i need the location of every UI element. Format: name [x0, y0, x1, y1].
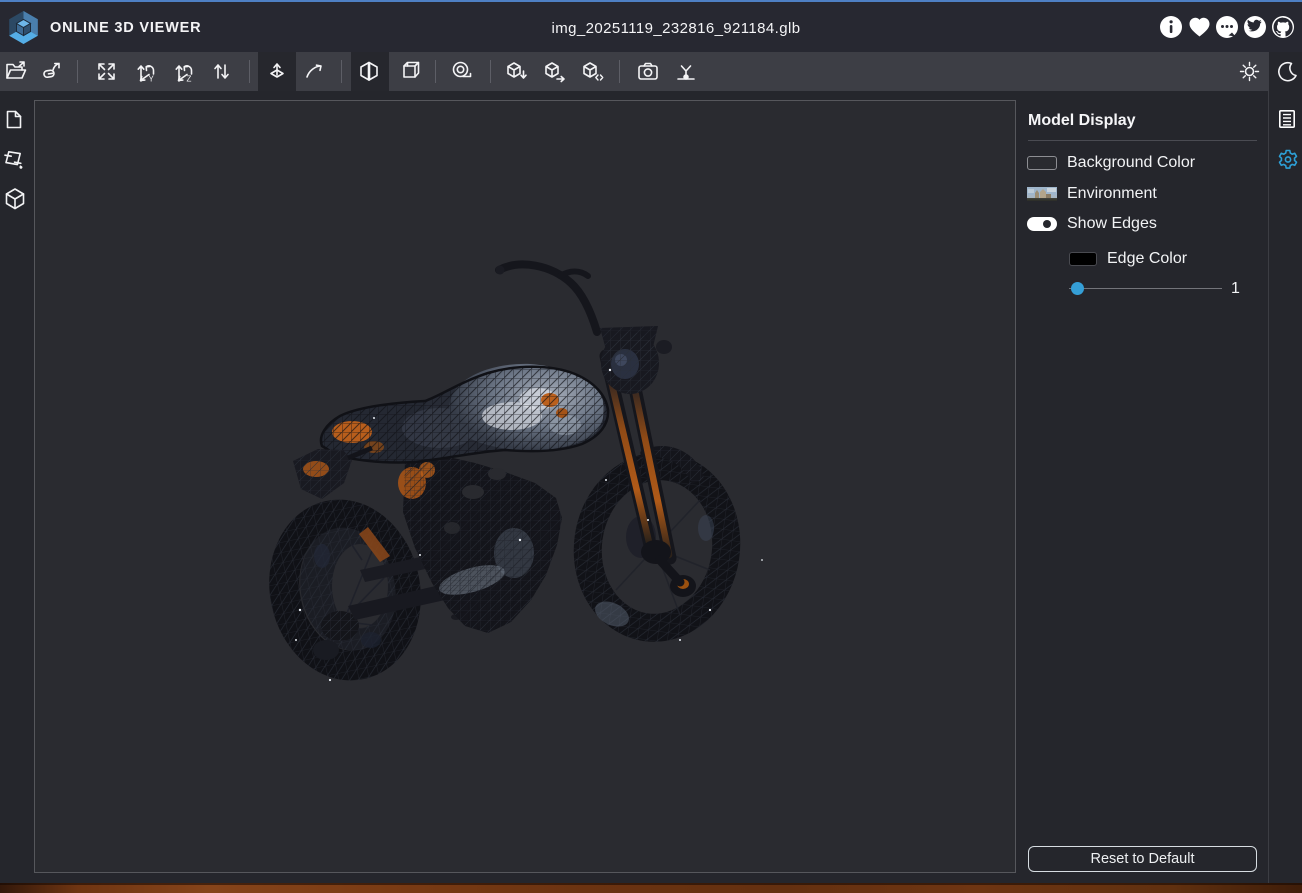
- svg-text:Y: Y: [149, 75, 155, 84]
- svg-text:Z: Z: [187, 75, 192, 84]
